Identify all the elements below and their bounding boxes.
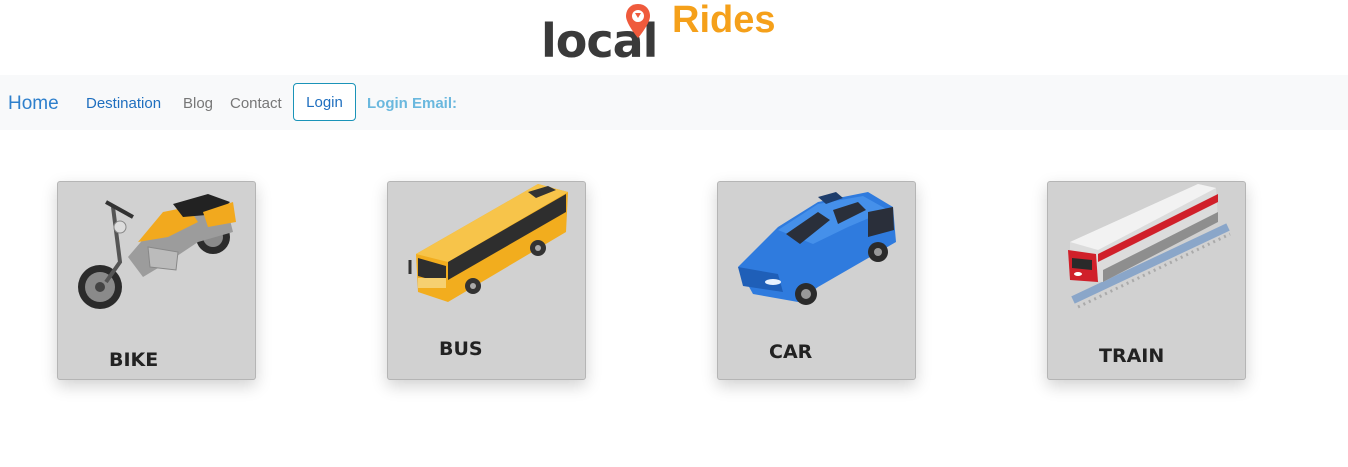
nav-home-link[interactable]: Home bbox=[8, 93, 59, 115]
location-pin-icon bbox=[626, 4, 650, 38]
site-header: local Rides bbox=[0, 0, 1348, 75]
vehicle-card-bike[interactable]: BIKE bbox=[57, 181, 256, 380]
brand-title: Rides bbox=[672, 0, 776, 41]
nav-destination-link[interactable]: Destination bbox=[86, 95, 161, 112]
car-icon bbox=[738, 192, 896, 305]
nav-blog-link[interactable]: Blog bbox=[183, 95, 213, 112]
vehicle-card-train[interactable]: TRAIN bbox=[1047, 181, 1246, 380]
login-button[interactable]: Login bbox=[293, 83, 356, 121]
vehicle-card-bus[interactable]: BUS bbox=[387, 181, 586, 380]
vehicle-label-bike: BIKE bbox=[109, 349, 159, 371]
bus-icon bbox=[408, 184, 568, 302]
vehicle-label-train: TRAIN bbox=[1099, 345, 1165, 367]
navbar: Home Destination Blog Contact Login Logi… bbox=[0, 75, 1348, 130]
vehicle-label-bus: BUS bbox=[439, 338, 483, 360]
vehicle-card-car[interactable]: CAR bbox=[717, 181, 916, 380]
vehicle-label-car: CAR bbox=[769, 341, 813, 363]
login-email-label: Login Email: bbox=[367, 95, 457, 112]
nav-contact-link[interactable]: Contact bbox=[230, 95, 282, 112]
